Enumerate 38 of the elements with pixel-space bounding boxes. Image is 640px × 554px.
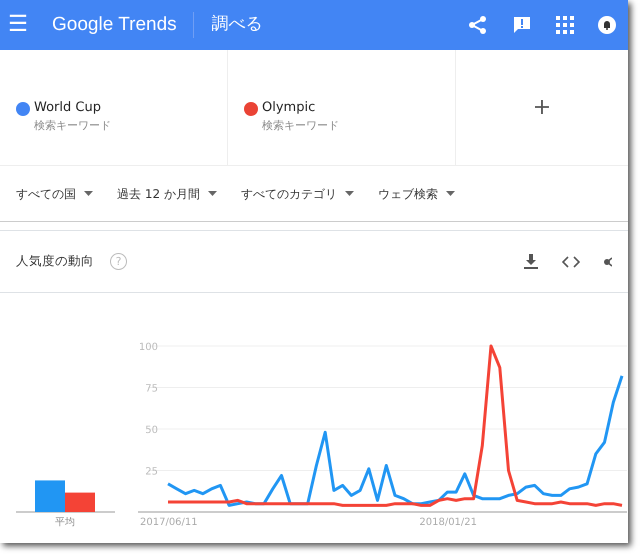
apps-grid-button[interactable] — [556, 16, 574, 34]
y-tick-label: 100 — [138, 342, 158, 353]
keyword-sublabel: 検索キーワード — [262, 118, 339, 134]
bell-icon — [598, 16, 616, 34]
share-icon — [468, 15, 488, 35]
keyword-label: Olympic — [262, 99, 316, 117]
x-tick-label: 2018/01/21 — [419, 517, 478, 528]
filter-dropdown[interactable]: 過去 12 か月間 — [117, 184, 217, 202]
x-tick-label: 2017/06/11 — [140, 517, 198, 528]
filter-dropdown[interactable]: ウェブ検索 — [378, 184, 455, 202]
share-button[interactable] — [468, 15, 488, 35]
keyword-label: World Cup — [34, 99, 102, 117]
y-tick-label: 50 — [145, 425, 158, 436]
filter-dropdown[interactable]: すべてのカテゴリ — [240, 184, 354, 202]
caret-icon — [84, 191, 93, 196]
embed-code-icon — [562, 256, 580, 268]
download-button[interactable] — [524, 254, 538, 269]
add-keyword-button[interactable]: + — [532, 90, 552, 124]
embed-button[interactable] — [562, 256, 580, 268]
logo: Google Trends — [52, 12, 177, 37]
y-tick-label: 75 — [145, 384, 158, 394]
bell-button[interactable] — [598, 16, 616, 34]
caret-icon — [446, 191, 455, 196]
download-icon — [524, 254, 538, 269]
caret-icon — [208, 191, 217, 196]
y-tick-label: 25 — [145, 466, 158, 478]
menu-button[interactable]: ☰ — [8, 8, 28, 42]
apps-grid-icon — [556, 16, 574, 34]
feedback-icon — [512, 15, 532, 35]
average-label: 平均 — [55, 517, 75, 528]
share-icon — [604, 254, 612, 268]
feedback-button[interactable] — [512, 15, 532, 35]
caret-icon — [344, 191, 354, 196]
filter-dropdown[interactable]: すべての国 — [16, 184, 93, 202]
share-button[interactable] — [604, 254, 612, 268]
keyword-sublabel: 検索キーワード — [34, 118, 111, 134]
page-title: 調べる — [192, 12, 263, 38]
card-title: 人気度の動向 — [16, 252, 94, 270]
